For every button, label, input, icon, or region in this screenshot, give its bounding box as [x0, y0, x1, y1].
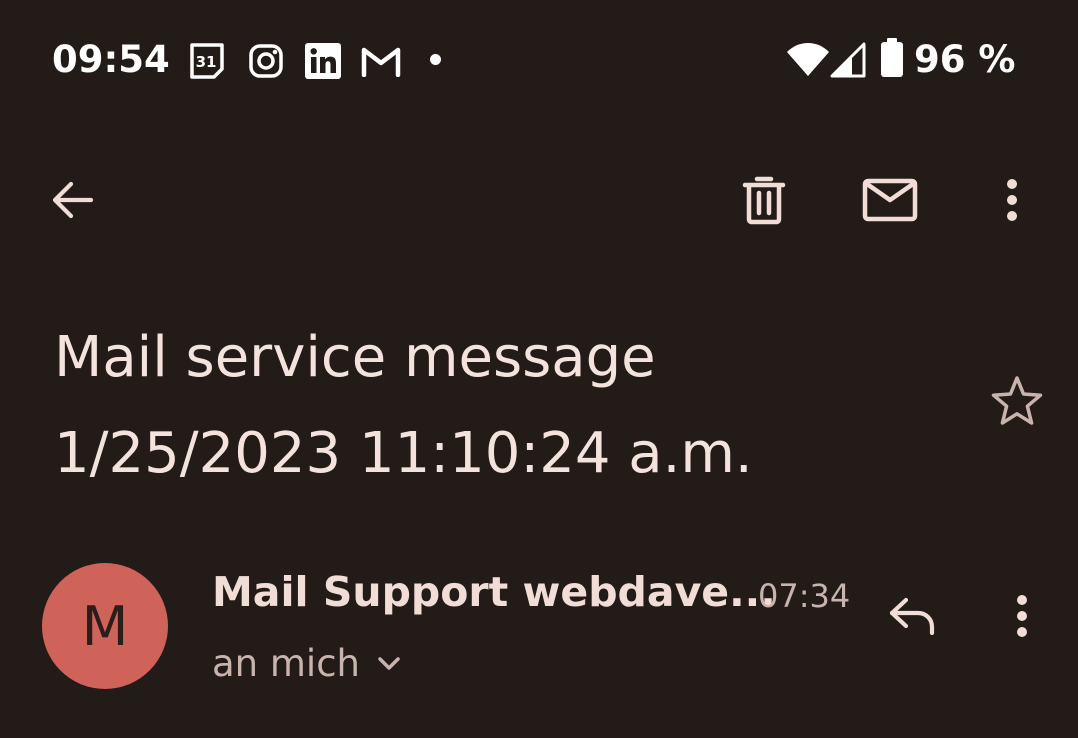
recipient-label: an mich: [212, 642, 360, 685]
chevron-down-icon: [378, 657, 400, 670]
message-more-options-button[interactable]: [996, 584, 1048, 648]
signal-icon: [830, 42, 866, 78]
notification-dot: [430, 54, 441, 65]
wifi-icon: [786, 42, 830, 78]
email-time: 07:34: [758, 577, 851, 615]
calendar-icon: 31: [188, 42, 226, 80]
more-options-button[interactable]: [986, 164, 1038, 236]
reply-icon: [889, 597, 935, 635]
back-button[interactable]: [36, 164, 108, 236]
star-button[interactable]: [986, 370, 1048, 432]
mark-unread-button[interactable]: [854, 164, 926, 236]
sender-name[interactable]: Mail Support webdave...: [212, 566, 776, 618]
avatar[interactable]: M: [42, 563, 168, 689]
star-icon: [991, 376, 1043, 425]
more-vert-icon: [1007, 179, 1017, 221]
status-time: 09:54: [52, 38, 170, 81]
email-subject: Mail service message 1/25/2023 11:10:24 …: [54, 325, 753, 486]
calendar-badge: 31: [196, 53, 217, 71]
reply-button[interactable]: [876, 584, 948, 648]
recipient-details-toggle[interactable]: an mich: [212, 638, 400, 690]
instagram-icon: [248, 43, 284, 79]
battery-percent: 96 %: [914, 38, 1016, 81]
trash-icon: [742, 176, 786, 225]
delete-button[interactable]: [728, 164, 800, 236]
mail-icon: [862, 178, 918, 222]
battery-icon: [880, 38, 904, 78]
back-arrow-icon: [52, 181, 94, 219]
linkedin-icon: [305, 43, 341, 79]
more-vert-icon: [1017, 595, 1027, 637]
gmail-icon: [361, 45, 401, 78]
